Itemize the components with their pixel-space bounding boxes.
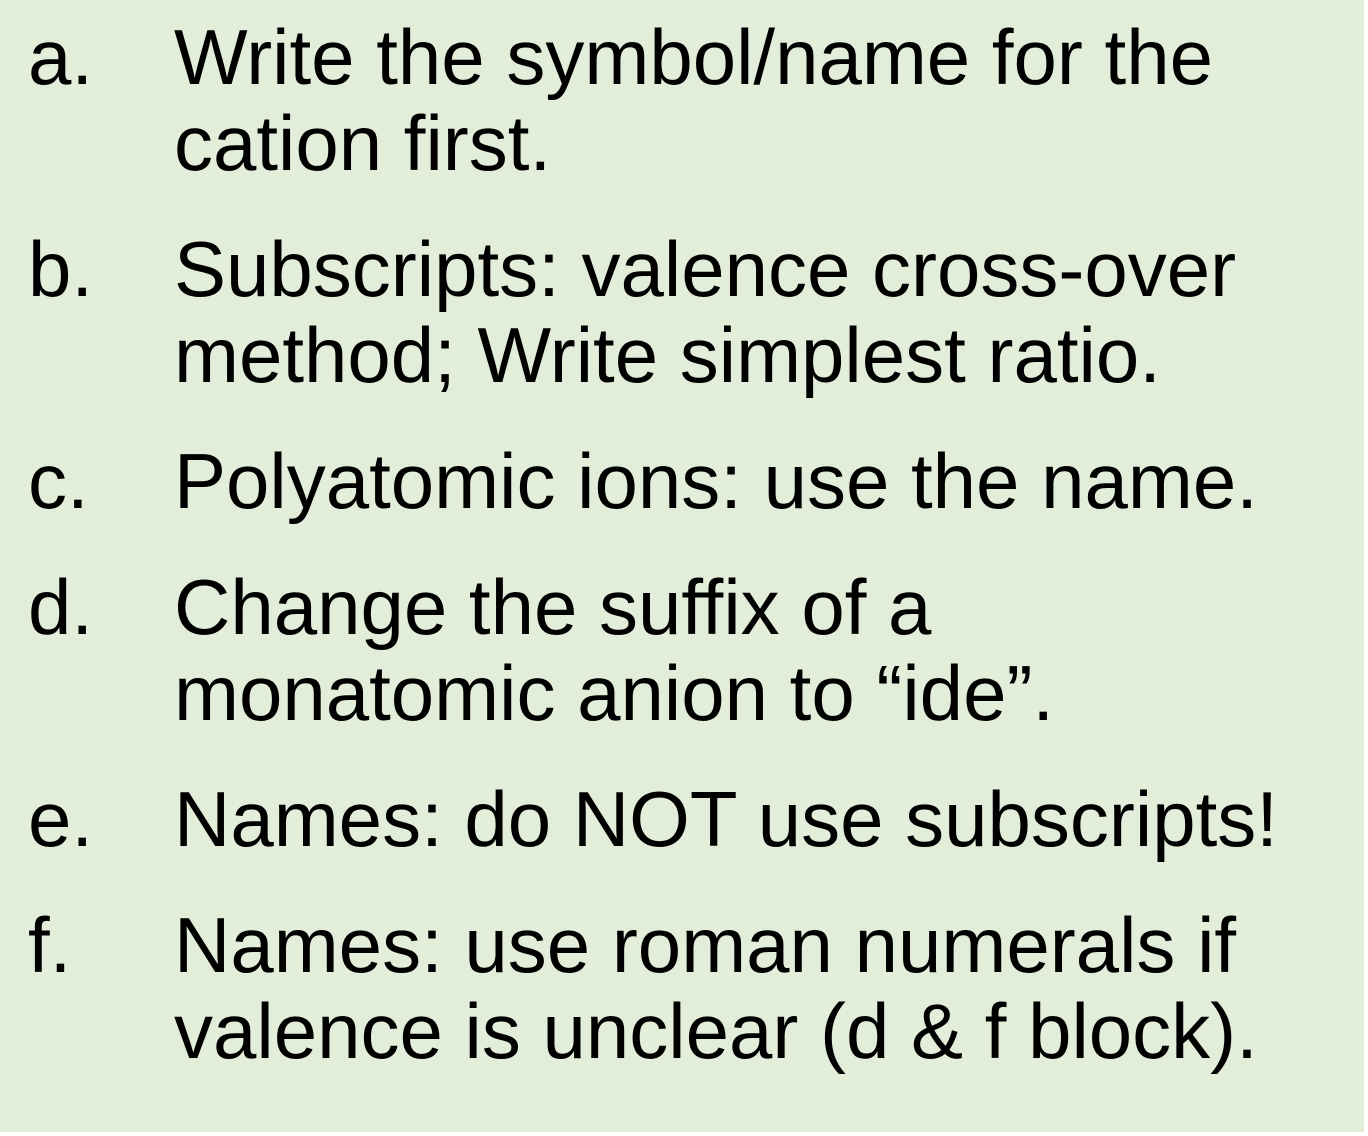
list-item-text: Subscripts: valence cross-over: [174, 225, 1237, 313]
list-item-text: Write the symbol/name for the: [174, 13, 1213, 101]
list-marker: b.: [28, 225, 94, 313]
list-item: d. Change the suffix of a monatomic anio…: [0, 564, 1364, 736]
list-marker: d.: [28, 563, 94, 651]
list-item-text: Names: do NOT use subscripts!: [174, 775, 1278, 863]
list-item: f. Names: use roman numerals if valence …: [0, 902, 1364, 1074]
list-item-text: valence is unclear (d & f block).: [174, 987, 1258, 1075]
list-item: e. Names: do NOT use subscripts!: [0, 776, 1364, 862]
list-item-text: Change the suffix of a: [174, 563, 932, 651]
list-marker: f.: [28, 901, 72, 989]
list-item: c. Polyatomic ions: use the name.: [0, 438, 1364, 524]
list-item: a. Write the symbol/name for the cation …: [0, 14, 1364, 186]
rules-list: a. Write the symbol/name for the cation …: [0, 14, 1364, 1114]
list-marker: e.: [28, 775, 94, 863]
list-item-text: monatomic anion to “ide”.: [174, 649, 1055, 737]
list-item-text: Names: use roman numerals if: [174, 901, 1237, 989]
list-item-text: Polyatomic ions: use the name.: [174, 437, 1258, 525]
list-item-text: cation first.: [174, 99, 552, 187]
list-item: b. Subscripts: valence cross-over method…: [0, 226, 1364, 398]
rules-panel: a. Write the symbol/name for the cation …: [0, 0, 1364, 1132]
list-marker: c.: [28, 437, 89, 525]
list-item-text: method; Write simplest ratio.: [174, 311, 1161, 399]
list-marker: a.: [28, 13, 94, 101]
